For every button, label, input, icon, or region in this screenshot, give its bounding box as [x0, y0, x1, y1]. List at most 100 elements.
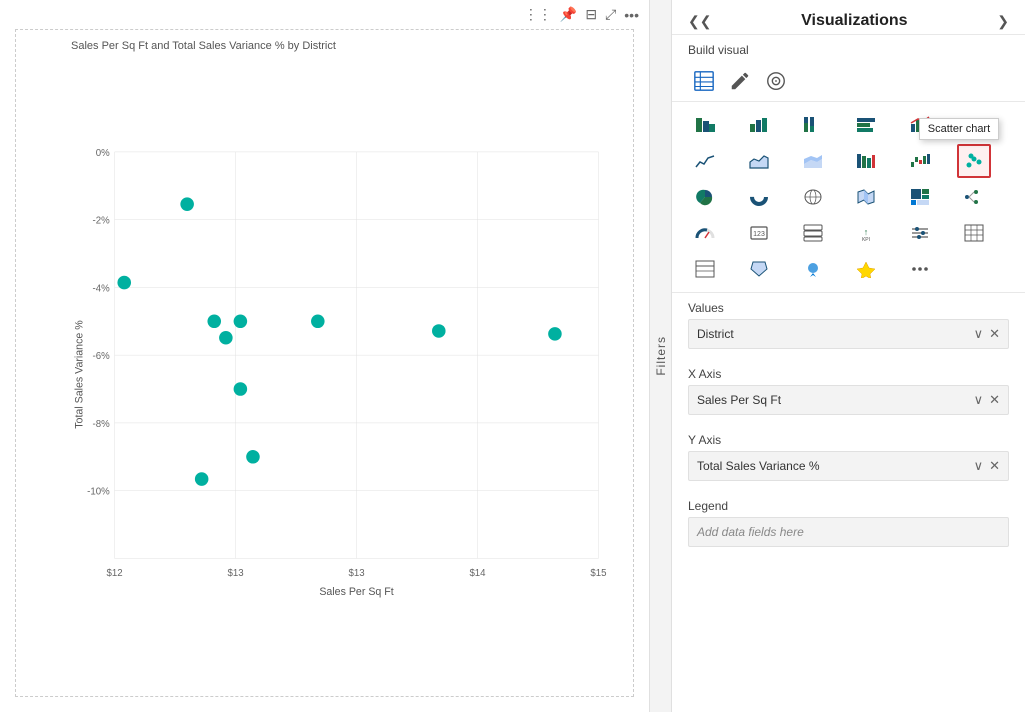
- scatter-dot: [548, 327, 562, 341]
- viz-type-format-icon[interactable]: [724, 65, 756, 97]
- y-axis-field-text: Total Sales Variance %: [697, 459, 820, 473]
- scatter-dot: [311, 315, 325, 329]
- pin-icon[interactable]: 📌: [560, 6, 577, 23]
- values-field-text: District: [697, 327, 734, 341]
- values-chevron-icon[interactable]: ∨: [974, 326, 984, 342]
- svg-text:123: 123: [753, 231, 765, 238]
- scatter-dot: [195, 472, 209, 486]
- viz-icon-decomp-tree[interactable]: [957, 180, 991, 214]
- viz-collapse-button[interactable]: ❮❮: [688, 13, 711, 30]
- viz-expand-button[interactable]: ❯: [997, 13, 1009, 30]
- y-axis-remove-icon[interactable]: ✕: [989, 458, 1000, 474]
- chart-area: Total Sales Variance % 0% -2% -4%: [71, 57, 613, 663]
- legend-field-well[interactable]: Add data fields here: [688, 517, 1009, 547]
- visualizations-panel: ❮❮ Visualizations ❯ Build visual: [672, 0, 1025, 712]
- viz-icon-table-viz[interactable]: [688, 252, 722, 286]
- viz-icon-clustered-bar[interactable]: [742, 108, 776, 142]
- scatter-chart-svg: Total Sales Variance % 0% -2% -4%: [71, 57, 613, 663]
- scatter-dot: [207, 315, 221, 329]
- svg-text:$13: $13: [227, 568, 243, 579]
- svg-text:-8%: -8%: [93, 419, 111, 430]
- viz-type-analytics-icon[interactable]: [760, 65, 792, 97]
- svg-text:0%: 0%: [96, 148, 110, 159]
- viz-icon-grid: Scatter chart 123 ↑KPI: [672, 102, 1025, 293]
- viz-icon-stacked-bar[interactable]: [688, 108, 722, 142]
- viz-icon-card[interactable]: 123: [742, 216, 776, 250]
- viz-icon-donut[interactable]: [742, 180, 776, 214]
- scatter-dot: [219, 331, 233, 345]
- svg-text:$12: $12: [106, 568, 122, 579]
- svg-text:-6%: -6%: [93, 351, 111, 362]
- y-axis-section: Y Axis Total Sales Variance % ∨ ✕: [672, 425, 1025, 491]
- x-axis-field-actions: ∨ ✕: [974, 392, 1000, 408]
- chart-toolbar: ⋮⋮ 📌 ⊟ ⤢ •••: [0, 0, 649, 29]
- viz-icon-more[interactable]: [903, 252, 937, 286]
- viz-icon-pie[interactable]: [688, 180, 722, 214]
- viz-type-row: [672, 61, 1025, 102]
- svg-text:$13: $13: [348, 568, 364, 579]
- viz-icon-ribbon[interactable]: [849, 144, 883, 178]
- values-remove-icon[interactable]: ✕: [989, 326, 1000, 342]
- chart-container: Sales Per Sq Ft and Total Sales Variance…: [15, 29, 634, 697]
- values-field-well[interactable]: District ∨ ✕: [688, 319, 1009, 349]
- viz-icon-matrix[interactable]: [957, 216, 991, 250]
- context-menu-icon[interactable]: •••: [624, 7, 639, 23]
- svg-text:-10%: -10%: [87, 487, 110, 498]
- viz-icon-slicer[interactable]: [903, 216, 937, 250]
- x-axis-label: Sales Per Sq Ft: [319, 586, 393, 598]
- viz-icon-shape-map[interactable]: [742, 252, 776, 286]
- filters-label: Filters: [654, 336, 668, 376]
- filters-panel[interactable]: Filters: [650, 0, 672, 712]
- viz-icon-line-chart[interactable]: [688, 144, 722, 178]
- y-axis-chevron-icon[interactable]: ∨: [974, 458, 984, 474]
- chart-title: Sales Per Sq Ft and Total Sales Variance…: [71, 40, 613, 52]
- viz-icon-funnel[interactable]: [957, 108, 991, 142]
- viz-icon-waterfall[interactable]: [903, 144, 937, 178]
- viz-icon-stacked-bar-100[interactable]: [796, 108, 830, 142]
- expand-icon[interactable]: ⤢: [605, 6, 616, 23]
- x-axis-remove-icon[interactable]: ✕: [989, 392, 1000, 408]
- viz-icon-azure-map[interactable]: [796, 252, 830, 286]
- svg-text:$15: $15: [590, 568, 606, 579]
- scatter-dot: [246, 450, 260, 464]
- viz-type-table-icon[interactable]: [688, 65, 720, 97]
- y-axis-field-well[interactable]: Total Sales Variance % ∨ ✕: [688, 451, 1009, 481]
- viz-icon-map[interactable]: [796, 180, 830, 214]
- legend-label: Legend: [688, 499, 1009, 513]
- viz-icon-kpi[interactable]: ↑KPI: [849, 216, 883, 250]
- viz-icon-multi-row-card[interactable]: [796, 216, 830, 250]
- build-visual-label: Build visual: [672, 35, 1025, 61]
- viz-icon-area-chart[interactable]: [742, 144, 776, 178]
- viz-icon-treemap[interactable]: [903, 180, 937, 214]
- x-axis-label: X Axis: [688, 367, 1009, 381]
- viz-icon-gauge[interactable]: [688, 216, 722, 250]
- viz-icon-filled-map[interactable]: [849, 180, 883, 214]
- scatter-dot: [180, 197, 194, 211]
- viz-icon-line-bar[interactable]: [903, 108, 937, 142]
- svg-text:↑: ↑: [864, 227, 869, 237]
- svg-text:-2%: -2%: [93, 216, 111, 227]
- values-section: Values District ∨ ✕: [672, 293, 1025, 359]
- more-options-icon[interactable]: ⋮⋮: [524, 6, 552, 23]
- x-axis-field-well[interactable]: Sales Per Sq Ft ∨ ✕: [688, 385, 1009, 415]
- x-axis-chevron-icon[interactable]: ∨: [974, 392, 984, 408]
- svg-text:-4%: -4%: [93, 283, 111, 294]
- viz-icon-scatter-selected[interactable]: Scatter chart: [957, 144, 991, 178]
- scatter-dot: [234, 315, 248, 329]
- viz-header: ❮❮ Visualizations ❯: [672, 0, 1025, 35]
- viz-icon-stacked-area[interactable]: [796, 144, 830, 178]
- chart-panel: ⋮⋮ 📌 ⊟ ⤢ ••• Sales Per Sq Ft and Total S…: [0, 0, 650, 712]
- x-axis-field-text: Sales Per Sq Ft: [697, 393, 781, 407]
- y-axis-label: Total Sales Variance %: [74, 320, 86, 429]
- y-axis-field-actions: ∨ ✕: [974, 458, 1000, 474]
- viz-icon-bar-chart[interactable]: [849, 108, 883, 142]
- legend-section: Legend Add data fields here: [672, 491, 1025, 557]
- scatter-dot: [117, 276, 131, 290]
- viz-icon-ai-visual[interactable]: [849, 252, 883, 286]
- scatter-dot: [234, 382, 248, 396]
- svg-text:KPI: KPI: [862, 237, 870, 242]
- viz-title: Visualizations: [801, 12, 907, 30]
- filter-icon[interactable]: ⊟: [585, 6, 597, 23]
- values-field-actions: ∨ ✕: [974, 326, 1000, 342]
- scatter-dot: [432, 324, 446, 338]
